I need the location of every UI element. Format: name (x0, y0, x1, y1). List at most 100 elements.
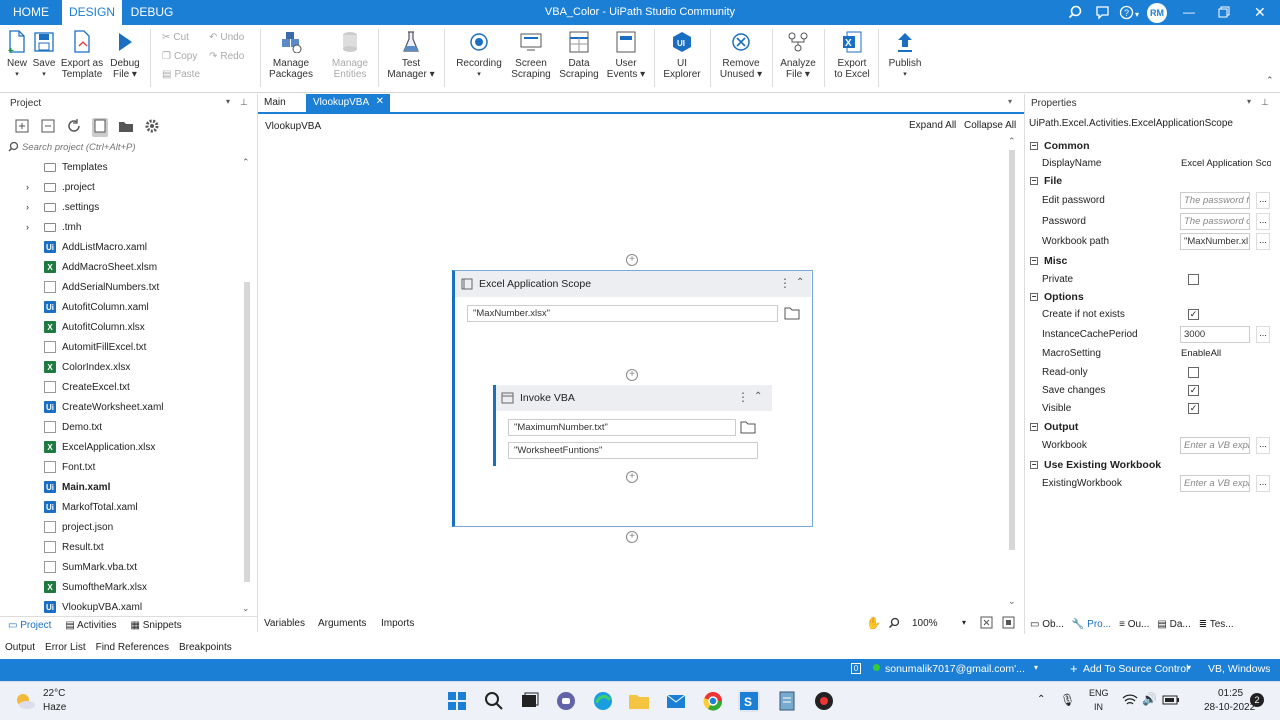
tree-item[interactable]: Ui Main.xaml (0, 477, 110, 497)
tab-activities[interactable]: ▤ Activities (65, 620, 116, 631)
collapse-icon[interactable]: ⌃ (796, 277, 804, 288)
breadcrumb[interactable]: VlookupVBA (265, 121, 321, 132)
tab-variables[interactable]: Variables (264, 618, 305, 629)
notepad-icon[interactable] (776, 690, 798, 712)
visible-checkbox[interactable]: ✓ (1188, 403, 1199, 414)
entry-method-field[interactable]: "WorksheetFuntions" (508, 442, 758, 459)
code-file-path-field[interactable]: "MaximumNumber.txt" (508, 419, 736, 436)
chrome-icon[interactable] (702, 690, 724, 712)
screen-scraping-button[interactable]: Screen Scraping (508, 29, 554, 80)
search-icon[interactable] (483, 690, 505, 712)
show-all-files-icon[interactable] (92, 118, 108, 137)
teams-chat-icon[interactable] (555, 690, 577, 712)
volume-icon[interactable]: 🔊 (1142, 692, 1157, 706)
category-use-existing-workbook[interactable]: − Use Existing Workbook (1028, 456, 1161, 474)
save-changes-checkbox[interactable]: ✓ (1188, 385, 1199, 396)
tree-item[interactable]: › .tmh (0, 217, 81, 237)
zoom-level[interactable]: 100% (912, 618, 938, 629)
tab-outline[interactable]: ≡ Ou... (1119, 619, 1149, 630)
redo-button[interactable]: ↷ Redo (209, 51, 244, 62)
start-icon[interactable] (446, 690, 468, 712)
tree-item[interactable]: Demo.txt (0, 417, 102, 437)
region-indicator[interactable]: IN (1094, 702, 1103, 712)
excel-application-scope[interactable]: Excel Application Scope ⋮ ⌃ "MaxNumber.x… (452, 270, 813, 527)
tree-item[interactable]: X ColorIndex.xlsx (0, 357, 130, 377)
tree-item[interactable]: Templates (0, 157, 108, 177)
ellipsis-button[interactable]: ... (1256, 213, 1270, 230)
debug-file-button[interactable]: Debug File ▾ (108, 29, 142, 80)
display-name-value[interactable]: Excel Application Sco (1181, 158, 1271, 169)
restore-icon[interactable] (1218, 6, 1230, 21)
edit-password-input[interactable]: The password fo (1180, 192, 1250, 209)
password-input[interactable]: The password o (1180, 213, 1250, 230)
collapse-category-icon[interactable]: − (1030, 257, 1038, 265)
mail-icon[interactable] (665, 690, 687, 712)
ellipsis-button[interactable]: ... (1256, 233, 1270, 250)
tab-vlookupvba[interactable]: VlookupVBA ✕ (306, 94, 390, 112)
chevron-right-icon[interactable]: › (26, 222, 40, 232)
tree-item[interactable]: X SumoftheMark.xlsx (0, 577, 147, 597)
expand-all-icon[interactable] (14, 118, 30, 137)
pin-icon[interactable]: ⊥ (1261, 97, 1269, 108)
weather-icon[interactable] (14, 691, 36, 714)
manage-entities-button[interactable]: Manage Entities (328, 29, 372, 80)
add-activity-icon[interactable]: + (626, 531, 638, 543)
workbook-path-field[interactable]: "MaxNumber.xlsx" (467, 305, 778, 322)
tab-design[interactable]: DESIGN (62, 0, 122, 25)
avatar[interactable]: RM (1147, 3, 1167, 23)
hand-tool-icon[interactable]: ✋ (866, 616, 881, 630)
tree-item[interactable]: Ui AutofitColumn.xaml (0, 297, 149, 317)
collapse-category-icon[interactable]: − (1030, 142, 1038, 150)
scroll-thumb[interactable] (244, 282, 250, 582)
instance-cache-input[interactable]: 3000 (1180, 326, 1250, 343)
workbook-input[interactable]: Enter a VB expr (1180, 437, 1250, 454)
category-misc[interactable]: − Misc (1028, 252, 1067, 270)
search-icon[interactable] (1068, 5, 1082, 22)
tab-imports[interactable]: Imports (381, 618, 414, 629)
browse-folder-icon[interactable] (784, 306, 800, 323)
ui-explorer-button[interactable]: UI UI Explorer (660, 29, 704, 80)
tab-output[interactable]: Output (5, 642, 35, 653)
cut-button[interactable]: ✂ Cut (162, 32, 189, 43)
more-options-icon[interactable]: ⋮ (737, 390, 749, 404)
chevron-right-icon[interactable]: › (26, 182, 40, 192)
microphone-icon[interactable]: 🎙 (1060, 693, 1075, 707)
category-output[interactable]: − Output (1028, 418, 1078, 436)
read-only-checkbox[interactable] (1188, 367, 1199, 378)
add-activity-icon[interactable]: + (626, 254, 638, 266)
expand-all-button[interactable]: Expand All (909, 120, 956, 131)
collapse-icon[interactable]: ⌃ (754, 391, 762, 402)
clock-date[interactable]: 28-10-2022 (1204, 702, 1255, 713)
tab-snippets[interactable]: ▦ Snippets (131, 620, 182, 631)
tree-item[interactable]: project.json (0, 517, 113, 537)
notification-badge[interactable]: 2 (1250, 693, 1264, 707)
scroll-down-icon[interactable]: ⌄ (1008, 596, 1016, 607)
add-activity-icon[interactable]: + (626, 471, 638, 483)
publish-button[interactable]: Publish ▾ (884, 29, 926, 80)
tab-test-explorer[interactable]: ≣ Tes... (1199, 619, 1234, 630)
collapse-all-icon[interactable] (40, 118, 56, 137)
tabs-dropdown-icon[interactable]: ▾ (1008, 97, 1012, 106)
paste-button[interactable]: ▤ Paste (162, 69, 200, 80)
tab-data-manager[interactable]: ▤ Da... (1157, 619, 1190, 630)
feedback-icon[interactable] (1095, 5, 1110, 23)
zoom-dropdown-icon[interactable]: ▾ (962, 618, 966, 627)
panel-menu-icon[interactable]: ▾ (1247, 97, 1251, 106)
tree-item[interactable]: SumMark.vba.txt (0, 557, 137, 577)
tab-debug[interactable]: DEBUG (122, 0, 182, 25)
scroll-up-icon[interactable]: ⌃ (1008, 136, 1016, 147)
panel-menu-icon[interactable]: ▾ (226, 97, 230, 106)
workbook-path-input[interactable]: "MaxNumber.xl (1180, 233, 1250, 250)
collapse-category-icon[interactable]: − (1030, 177, 1038, 185)
collapse-category-icon[interactable]: − (1030, 423, 1038, 431)
analyze-file-button[interactable]: Analyze File ▾ (776, 29, 820, 80)
tab-breakpoints[interactable]: Breakpoints (179, 642, 232, 653)
remove-unused-button[interactable]: Remove Unused ▾ (716, 29, 766, 80)
weather-temp[interactable]: 22°C (43, 688, 65, 699)
uipath-assistant-icon[interactable] (813, 690, 835, 712)
tree-item[interactable]: Ui VlookupVBA.xaml (0, 597, 142, 617)
collapse-ribbon-icon[interactable]: ⌃ (1266, 75, 1274, 86)
file-explorer-icon[interactable] (628, 690, 650, 712)
category-common[interactable]: − Common (1028, 137, 1090, 155)
ellipsis-button[interactable]: ... (1256, 437, 1270, 454)
